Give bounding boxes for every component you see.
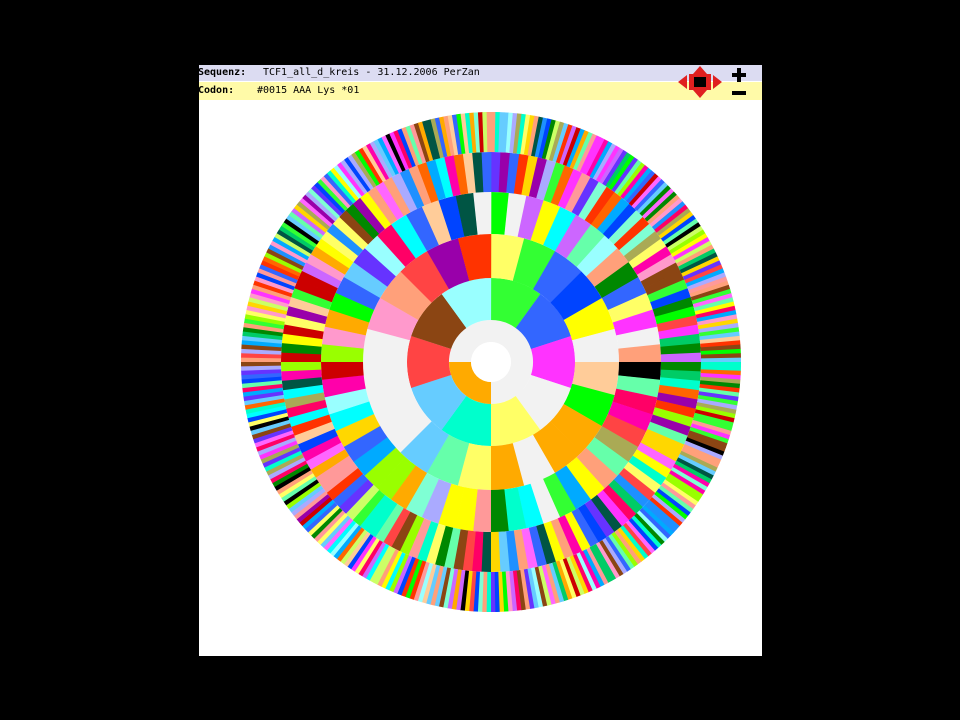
wheel-segment[interactable] (486, 112, 492, 153)
wheel-segment[interactable] (490, 571, 496, 613)
wheel-center (471, 342, 511, 382)
codon-wheel-viewer: Sequenz: TCF1_all_d_kreis - 31.12.2006 P… (198, 65, 762, 656)
codon-wheel[interactable] (199, 65, 762, 656)
wheel-segment[interactable] (241, 361, 282, 367)
wheel-segment[interactable] (700, 357, 742, 363)
